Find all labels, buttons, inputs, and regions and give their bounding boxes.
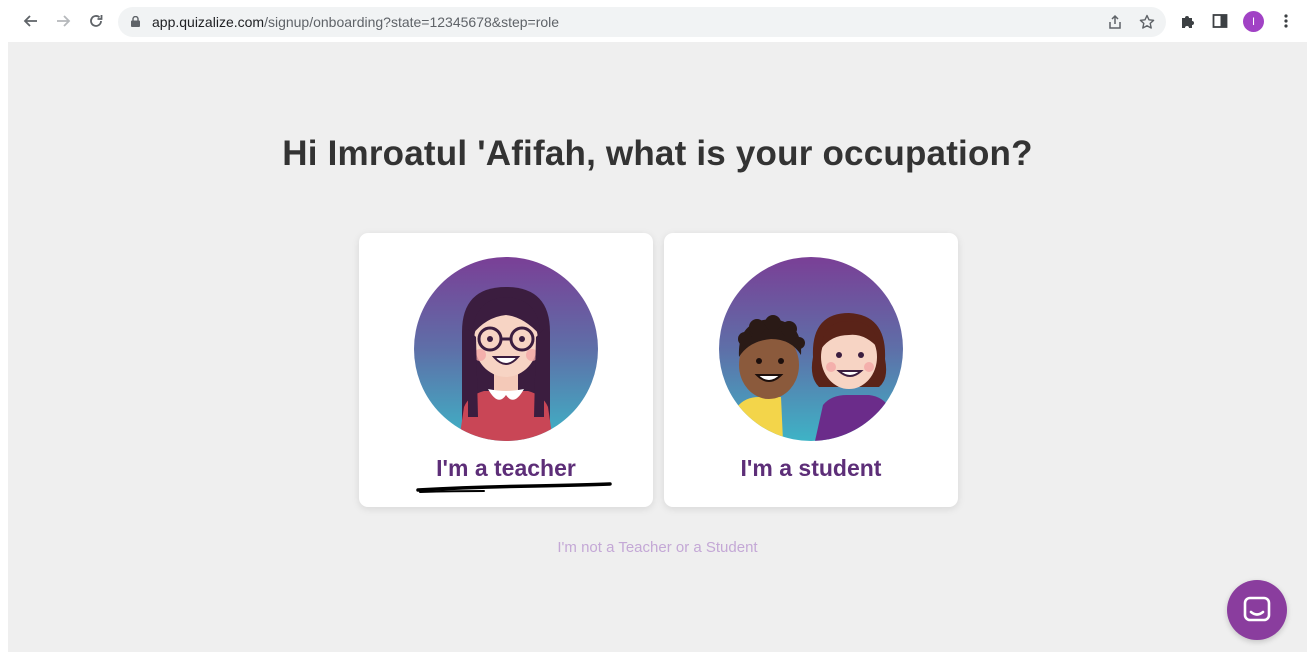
chat-bubble-icon — [1243, 596, 1271, 622]
teacher-option-label: I'm a teacher — [436, 455, 576, 481]
kebab-menu-icon — [1284, 14, 1288, 28]
student-option-label: I'm a student — [740, 455, 882, 481]
arrow-left-icon — [23, 15, 37, 27]
lock-icon — [131, 16, 140, 27]
extensions-button[interactable] — [1177, 10, 1199, 32]
side-panel-icon — [1212, 14, 1228, 28]
arrow-right-icon — [57, 15, 71, 27]
url-path: /signup/onboarding?state=12345678&step=r… — [264, 14, 560, 30]
forward-button[interactable] — [51, 9, 75, 33]
teacher-option-card[interactable]: I'm a teacher — [359, 233, 653, 507]
onboarding-page: Hi Imroatul 'Afifah, what is your occupa… — [8, 42, 1307, 652]
page-title: Hi Imroatul 'Afifah, what is your occupa… — [282, 134, 1033, 173]
back-button[interactable] — [19, 9, 43, 33]
browser-menu-button[interactable] — [1275, 10, 1297, 32]
share-button[interactable] — [1105, 12, 1125, 32]
bookmark-button[interactable] — [1137, 12, 1157, 32]
reload-icon — [90, 15, 103, 27]
neither-option-link[interactable]: I'm not a Teacher or a Student — [8, 539, 1307, 556]
profile-avatar[interactable]: I — [1243, 11, 1264, 32]
reload-button[interactable] — [84, 9, 108, 33]
student-illustration — [719, 257, 903, 441]
browser-toolbar: app.quizalize.com/signup/onboarding?stat… — [0, 0, 1309, 42]
hand-drawn-underline — [416, 482, 612, 493]
puzzle-icon — [1182, 16, 1194, 28]
url-host: app.quizalize.com — [152, 14, 265, 30]
address-bar[interactable]: app.quizalize.com/signup/onboarding?stat… — [118, 7, 1166, 37]
url-text: app.quizalize.com/signup/onboarding?stat… — [152, 14, 559, 30]
teacher-illustration — [414, 257, 598, 441]
star-icon — [1139, 14, 1155, 29]
side-panel-button[interactable] — [1209, 10, 1231, 32]
chat-support-button[interactable] — [1227, 580, 1287, 640]
profile-initial: I — [1251, 15, 1256, 28]
share-icon — [1109, 14, 1121, 29]
student-option-card[interactable]: I'm a student — [664, 233, 958, 507]
